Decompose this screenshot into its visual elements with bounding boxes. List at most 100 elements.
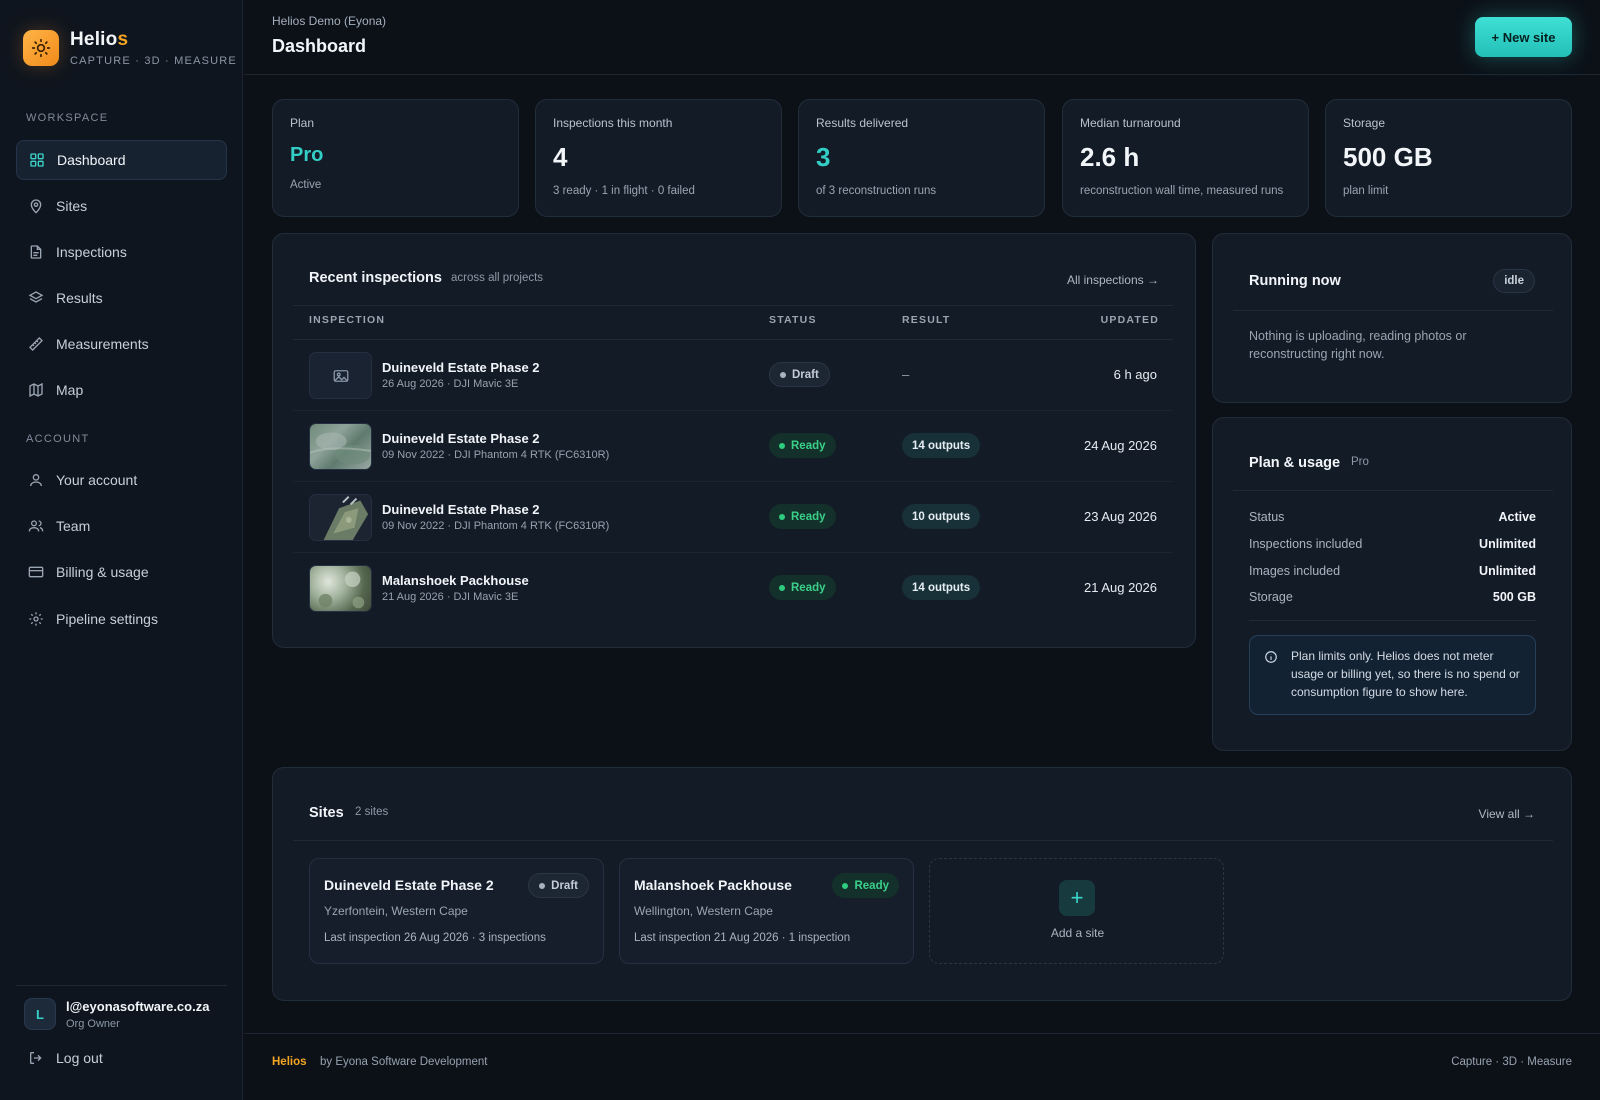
sidebar-item-measurements[interactable]: Measurements (16, 324, 227, 364)
stat-value: 2.6 h (1080, 142, 1140, 172)
sidebar-item-team[interactable]: Team (16, 506, 227, 546)
sidebar-item-results[interactable]: Results (16, 278, 227, 318)
running-now-panel: Running now idle Nothing is uploading, r… (1212, 233, 1572, 403)
stat-label: Results delivered (816, 116, 909, 130)
brand-name: Helios (70, 29, 237, 51)
aerial-thumbnail (309, 494, 372, 541)
usage-key: Storage (1249, 590, 1293, 604)
table-row[interactable]: Duineveld Estate Phase 2 09 Nov 2022 · D… (293, 482, 1173, 553)
user-icon (28, 472, 44, 488)
stat-sub: reconstruction wall time, measured runs (1080, 185, 1284, 197)
logout-icon (30, 1052, 42, 1064)
running-now-title: Running now (1249, 273, 1341, 289)
sidebar-item-inspections[interactable]: Inspections (16, 232, 227, 272)
add-site-card[interactable]: + Add a site (929, 858, 1224, 964)
column-header-result[interactable]: RESULT (902, 314, 950, 326)
all-inspections-link[interactable]: All inspections → (1067, 273, 1159, 287)
column-header-inspection[interactable]: INSPECTION (309, 314, 385, 326)
new-site-button[interactable]: + New site (1475, 17, 1572, 57)
status-badge: idle (1493, 269, 1535, 293)
info-icon (1265, 651, 1277, 663)
sidebar-item-sites[interactable]: Sites (16, 186, 227, 226)
plus-icon[interactable]: + (1059, 880, 1095, 916)
stat-label: Inspections this month (553, 116, 673, 130)
site-last-inspection: Last inspection 26 Aug 2026 · 3 inspecti… (324, 932, 546, 944)
sidebar-item-map[interactable]: Map (16, 370, 227, 410)
usage-value: Unlimited (1479, 564, 1536, 578)
sidebar: Helios CAPTURE · 3D · MEASURE WORKSPACE … (0, 0, 243, 1100)
table-row[interactable]: Duineveld Estate Phase 2 26 Aug 2026 · D… (293, 340, 1173, 411)
inspection-name: Duineveld Estate Phase 2 (382, 360, 540, 375)
footer-credit: by Eyona Software Development (320, 1056, 488, 1068)
sidebar-item-label: Team (56, 518, 91, 534)
updated-time: 21 Aug 2026 (1083, 580, 1157, 595)
sidebar-item-label: Inspections (56, 244, 127, 260)
inspection-name: Duineveld Estate Phase 2 (382, 502, 540, 517)
table-row[interactable]: Malanshoek Packhouse 21 Aug 2026 · DJI M… (293, 553, 1173, 624)
stat-value: 4 (553, 142, 568, 172)
inspection-meta: 26 Aug 2026 · DJI Mavic 3E (382, 378, 519, 390)
logout-label: Log out (56, 1050, 103, 1066)
brand[interactable]: Helios CAPTURE · 3D · MEASURE (23, 29, 237, 67)
sidebar-divider (16, 985, 227, 986)
usage-value: Active (1498, 510, 1536, 524)
stat-sub: Active (290, 179, 322, 191)
footer: Helios by Eyona Software Development Cap… (244, 1033, 1600, 1100)
workspace-section-label: WORKSPACE (26, 112, 109, 124)
sidebar-item-billing[interactable]: Billing & usage (16, 552, 227, 592)
usage-key: Inspections included (1249, 537, 1363, 551)
status-badge: Draft (528, 873, 589, 898)
sidebar-item-label: Measurements (56, 336, 149, 352)
status-dot (779, 442, 785, 449)
gear-icon (28, 611, 44, 627)
updated-time: 23 Aug 2026 (1083, 509, 1157, 524)
stat-value: Pro (290, 144, 324, 166)
column-header-status[interactable]: STATUS (769, 314, 817, 326)
status-badge: Ready (769, 433, 836, 458)
result-empty: – (902, 367, 910, 382)
sidebar-item-label: Pipeline settings (56, 611, 158, 627)
table-row[interactable]: Duineveld Estate Phase 2 09 Nov 2022 · D… (293, 411, 1173, 482)
result-badge[interactable]: 14 outputs (902, 433, 981, 458)
inspection-meta: 09 Nov 2022 · DJI Phantom 4 RTK (FC6310R… (382, 449, 610, 461)
sidebar-item-label: Your account (56, 472, 138, 488)
usage-row-inspections: Inspections included Unlimited (1249, 537, 1536, 551)
plan-badge: Pro (1351, 456, 1369, 468)
recent-inspections-subtitle: across all projects (451, 272, 544, 284)
stat-card-results: Results delivered 3 of 3 reconstruction … (798, 99, 1045, 217)
status-badge: Draft (769, 362, 830, 387)
result-badge[interactable]: 10 outputs (902, 504, 981, 529)
site-card[interactable]: Duineveld Estate Phase 2 Draft Yzerfonte… (309, 858, 604, 964)
add-site-label: Add a site (1050, 926, 1105, 940)
result-badge[interactable]: 14 outputs (902, 575, 981, 600)
sites-panel: Sites 2 sites View all → Duineveld Estat… (272, 767, 1572, 1001)
user-block[interactable]: L l@eyonasoftware.co.za Org Owner (24, 998, 209, 1030)
logout-button[interactable]: Log out (28, 1050, 103, 1066)
view-all-sites-link[interactable]: View all → (1479, 807, 1535, 821)
brand-name-accent: s (117, 29, 129, 50)
stat-card-inspections: Inspections this month 4 3 ready · 1 in … (535, 99, 782, 217)
sidebar-item-your-account[interactable]: Your account (16, 460, 227, 500)
brand-tagline: CAPTURE · 3D · MEASURE (70, 55, 237, 67)
credit-card-icon (28, 564, 44, 580)
site-card[interactable]: Malanshoek Packhouse Ready Wellington, W… (619, 858, 914, 964)
status-badge: Ready (769, 504, 836, 529)
usage-row-storage: Storage 500 GB (1249, 590, 1536, 604)
panel-divider (1233, 310, 1553, 311)
users-icon (28, 518, 44, 534)
usage-row-status: Status Active (1249, 510, 1536, 524)
stat-card-storage: Storage 500 GB plan limit (1325, 99, 1572, 217)
column-header-updated[interactable]: UPDATED (1101, 314, 1159, 326)
plan-limits-note: Plan limits only. Helios does not meter … (1249, 635, 1536, 715)
status-label: Ready (854, 879, 889, 892)
footer-tagline: Capture · 3D · Measure (1451, 1056, 1572, 1068)
sidebar-item-label: Billing & usage (56, 564, 149, 580)
status-badge: Ready (769, 575, 836, 600)
sidebar-item-dashboard[interactable]: Dashboard (16, 140, 227, 180)
breadcrumb[interactable]: Helios Demo (Eyona) (272, 14, 386, 28)
panel-divider (1233, 490, 1553, 491)
user-role: Org Owner (66, 1017, 120, 1030)
avatar: L (24, 998, 56, 1030)
sun-icon (23, 30, 59, 66)
sidebar-item-pipeline-settings[interactable]: Pipeline settings (16, 599, 227, 639)
